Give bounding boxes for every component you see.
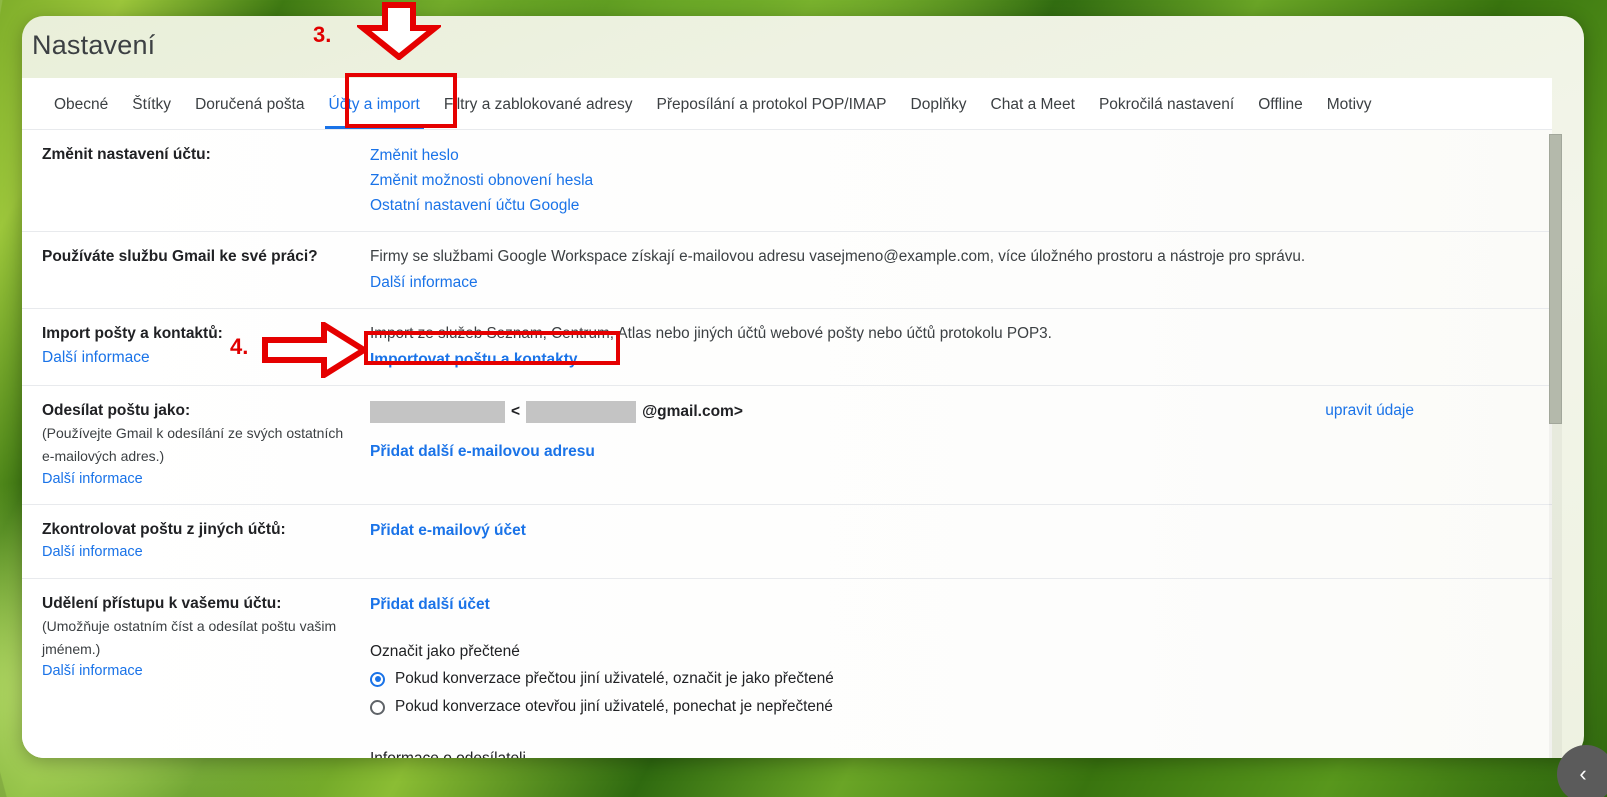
tab-doplnky[interactable]: Doplňky [899,96,979,129]
send-mail-as-label: Odesílat poštu jako: [42,402,191,420]
gmail-for-work-more-info[interactable]: Další informace [370,270,1552,295]
radio-option-keep-unread[interactable]: Pokud konverzace otevřou jiní uživatelé,… [370,693,1552,721]
email-bracket-open: < [511,403,521,421]
row-import-mail-contacts: Import pošty a kontaktů: Další informace… [22,309,1552,387]
radio-option-mark-read[interactable]: Pokud konverzace přečtou jiní uživatelé,… [370,665,1552,693]
grant-access-label: Udělení přístupu k vašemu účtu: [42,594,282,612]
settings-panel: Obecné Štítky Doručená pošta Účty a impo… [22,78,1552,758]
email-domain-suffix: @gmail.com> [642,403,743,421]
gmail-settings-window: Nastavení Obecné Štítky Doručená pošta Ú… [22,16,1584,758]
tab-stitky[interactable]: Štítky [120,96,183,129]
add-another-account-button[interactable]: Přidat další účet [370,592,1552,617]
sender-info-title: Informace o odesílateli [370,750,1552,758]
edit-info-link[interactable]: upravit údaje [1325,402,1414,420]
import-mail-and-contacts-button[interactable]: Importovat poštu a kontakty [370,347,1552,372]
grant-access-more-info[interactable]: Další informace [42,660,358,683]
radio-option-keep-unread-label: Pokud konverzace otevřou jiní uživatelé,… [395,698,833,716]
redacted-email-user [526,401,637,424]
import-text: Import ze služeb Seznam, Centrum, Atlas … [370,325,1052,343]
window-titlebar: Nastavení [22,16,1584,78]
grant-access-note-2: jménem.) [42,640,101,657]
check-mail-label: Zkontrolovat poštu z jiných účtů: [42,521,286,539]
link-other-google-settings[interactable]: Ostatní nastavení účtu Google [370,193,1552,218]
import-more-info[interactable]: Další informace [42,345,358,370]
link-change-password[interactable]: Změnit heslo [370,143,1552,168]
tab-obecne[interactable]: Obecné [42,96,120,129]
gmail-for-work-label: Používáte službu Gmail ke své práci? [42,248,318,266]
add-email-account-button[interactable]: Přidat e-mailový účet [370,518,1552,543]
gmail-for-work-text: Firmy se službami Google Workspace získa… [370,248,1306,266]
row-send-mail-as: Odesílat poštu jako: (Používejte Gmail k… [22,386,1552,506]
grant-access-note-1: (Umožňuje ostatním číst a odesílat poštu… [42,618,337,635]
check-mail-more-info[interactable]: Další informace [42,541,358,564]
tab-dorucena-posta[interactable]: Doručená pošta [183,96,316,129]
redacted-display-name [370,401,505,424]
send-mail-as-more-info[interactable]: Další informace [42,468,358,491]
row-grant-account-access: Udělení přístupu k vašemu účtu: (Umožňuj… [22,579,1552,758]
settings-tabbar: Obecné Štítky Doručená pošta Účty a impo… [22,78,1552,130]
mark-as-read-title: Označit jako přečtené [370,643,520,660]
tab-ucty-a-import[interactable]: Účty a import [317,96,432,129]
radio-button-keep-unread-icon[interactable] [370,699,385,715]
settings-content: Změnit nastavení účtu: Změnit heslo Změn… [22,130,1552,758]
add-another-email-address-button[interactable]: Přidat další e-mailovou adresu [370,439,1552,464]
chevron-left-icon: ‹ [1579,761,1587,786]
send-mail-as-note-2: e-mailových adres.) [42,448,165,464]
page-title: Nastavení [32,30,156,60]
tab-pokrocila[interactable]: Pokročilá nastavení [1087,96,1246,129]
row-change-account-settings: Změnit nastavení účtu: Změnit heslo Změn… [22,130,1552,233]
link-change-recovery-options[interactable]: Změnit možnosti obnovení hesla [370,168,1552,193]
tab-motivy[interactable]: Motivy [1315,96,1384,129]
row-gmail-for-work: Používáte službu Gmail ke své práci? Fir… [22,232,1552,310]
radio-option-mark-read-label: Pokud konverzace přečtou jiní uživatelé,… [395,670,834,687]
collapse-panel-button[interactable]: ‹ [1557,745,1607,797]
radio-button-mark-read-icon[interactable] [370,671,385,687]
row-check-mail-other-accounts: Zkontrolovat poštu z jiných účtů: Další … [22,505,1552,579]
tab-chat-a-meet[interactable]: Chat a Meet [979,96,1087,129]
tab-offline[interactable]: Offline [1246,96,1315,129]
change-account-label: Změnit nastavení účtu: [42,146,211,163]
import-label: Import pošty a kontaktů: [42,325,223,343]
tab-filtry[interactable]: Filtry a zablokované adresy [432,96,645,129]
vertical-scrollbar-thumb[interactable] [1549,134,1562,424]
desktop-background: Nastavení Obecné Štítky Doručená pošta Ú… [0,0,1607,797]
send-mail-as-note-1: (Používejte Gmail k odesílání ze svých o… [42,425,344,442]
tab-preposilani[interactable]: Přeposílání a protokol POP/IMAP [644,96,898,129]
